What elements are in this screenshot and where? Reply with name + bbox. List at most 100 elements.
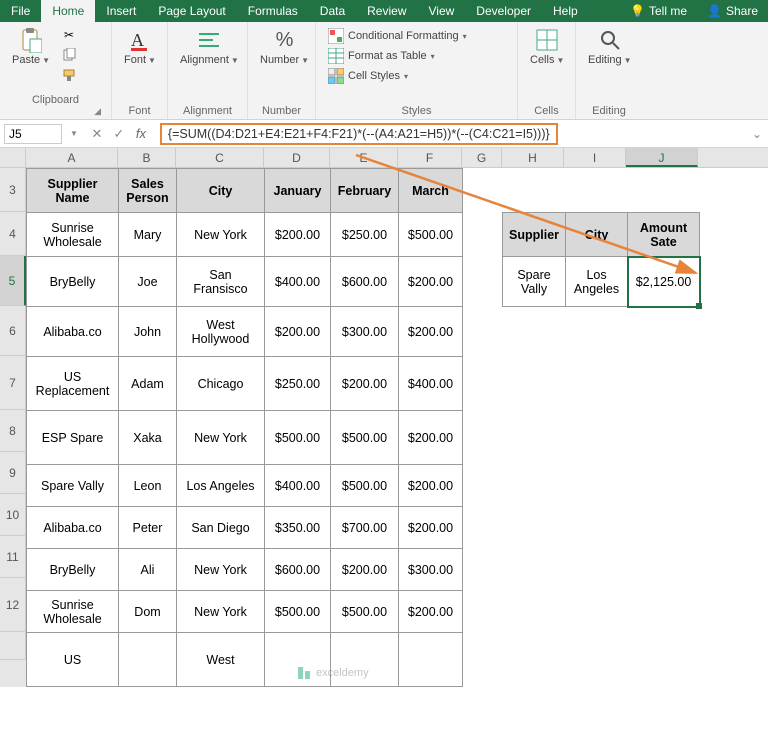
table-header[interactable]: Sales Person bbox=[119, 169, 177, 213]
col-header-c[interactable]: C bbox=[176, 148, 264, 167]
editing-button[interactable]: Editing▼ bbox=[584, 26, 636, 68]
formula-input[interactable]: {=SUM((D4:D21+E4:E21+F4:F21)*(--(A4:A21=… bbox=[160, 123, 558, 145]
tell-me[interactable]: 💡 Tell me bbox=[620, 0, 697, 22]
table-cell[interactable]: West Hollywood bbox=[177, 307, 265, 357]
table-cell[interactable]: $200.00 bbox=[331, 357, 399, 411]
table-cell[interactable]: Chicago bbox=[177, 357, 265, 411]
col-header-g[interactable]: G bbox=[462, 148, 502, 167]
table-cell[interactable]: $600.00 bbox=[331, 257, 399, 307]
conditional-formatting-button[interactable]: Conditional Formatting▾ bbox=[324, 26, 509, 46]
cut-button[interactable]: ✂ bbox=[60, 26, 78, 44]
row-header[interactable]: 12 bbox=[0, 578, 26, 632]
format-painter-button[interactable] bbox=[60, 66, 78, 84]
table-cell[interactable]: $250.00 bbox=[265, 357, 331, 411]
row-header[interactable]: 8 bbox=[0, 410, 26, 452]
paste-button[interactable]: Paste▼ bbox=[8, 26, 54, 68]
main-data-table[interactable]: Supplier NameSales PersonCityJanuaryFebr… bbox=[26, 168, 463, 687]
table-cell[interactable]: US Replacement bbox=[27, 357, 119, 411]
table-cell[interactable]: New York bbox=[177, 549, 265, 591]
table-cell[interactable]: $500.00 bbox=[399, 213, 463, 257]
table-cell[interactable]: Sunrise Wholesale bbox=[27, 213, 119, 257]
share-button[interactable]: 👤 Share bbox=[697, 0, 768, 22]
row-header[interactable]: 11 bbox=[0, 536, 26, 578]
tab-help[interactable]: Help bbox=[542, 0, 589, 22]
tab-formulas[interactable]: Formulas bbox=[237, 0, 309, 22]
col-header-f[interactable]: F bbox=[398, 148, 462, 167]
table-cell[interactable]: $200.00 bbox=[399, 465, 463, 507]
cell-styles-button[interactable]: Cell Styles▾ bbox=[324, 66, 509, 86]
table-cell[interactable] bbox=[399, 633, 463, 687]
col-header-b[interactable]: B bbox=[118, 148, 176, 167]
name-box[interactable] bbox=[4, 124, 62, 144]
tab-view[interactable]: View bbox=[418, 0, 466, 22]
tab-data[interactable]: Data bbox=[309, 0, 356, 22]
row-header[interactable]: 10 bbox=[0, 494, 26, 536]
tab-developer[interactable]: Developer bbox=[465, 0, 542, 22]
copy-button[interactable] bbox=[60, 46, 78, 64]
table-cell[interactable]: ESP Spare bbox=[27, 411, 119, 465]
table-cell[interactable]: $2,125.00 bbox=[628, 257, 700, 307]
tab-insert[interactable]: Insert bbox=[95, 0, 147, 22]
clipboard-dialog-launcher[interactable]: ◢ bbox=[8, 106, 103, 117]
table-cell[interactable]: BryBelly bbox=[27, 257, 119, 307]
table-cell[interactable]: Spare Vally bbox=[503, 257, 566, 307]
table-cell[interactable]: $200.00 bbox=[399, 307, 463, 357]
table-cell[interactable]: Xaka bbox=[119, 411, 177, 465]
table-cell[interactable]: $500.00 bbox=[331, 411, 399, 465]
table-header[interactable]: Supplier Name bbox=[27, 169, 119, 213]
table-cell[interactable]: Adam bbox=[119, 357, 177, 411]
table-cell[interactable]: Alibaba.co bbox=[27, 307, 119, 357]
row-header[interactable] bbox=[0, 632, 26, 660]
row-header[interactable]: 4 bbox=[0, 212, 26, 256]
col-header-i[interactable]: I bbox=[564, 148, 626, 167]
table-cell[interactable]: Ali bbox=[119, 549, 177, 591]
table-cell[interactable]: $500.00 bbox=[331, 591, 399, 633]
table-header[interactable]: February bbox=[331, 169, 399, 213]
table-cell[interactable]: $700.00 bbox=[331, 507, 399, 549]
table-cell[interactable]: San Diego bbox=[177, 507, 265, 549]
tab-file[interactable]: File bbox=[0, 0, 41, 22]
table-cell[interactable]: Spare Vally bbox=[27, 465, 119, 507]
table-cell[interactable]: $400.00 bbox=[265, 257, 331, 307]
table-cell[interactable]: $600.00 bbox=[265, 549, 331, 591]
table-cell[interactable]: $200.00 bbox=[331, 549, 399, 591]
table-cell[interactable]: $200.00 bbox=[265, 307, 331, 357]
table-cell[interactable]: US bbox=[27, 633, 119, 687]
insert-function-button[interactable]: fx bbox=[134, 126, 148, 142]
number-button[interactable]: % Number▼ bbox=[256, 26, 313, 68]
tab-page-layout[interactable]: Page Layout bbox=[147, 0, 236, 22]
table-cell[interactable]: $200.00 bbox=[399, 507, 463, 549]
table-cell[interactable]: $500.00 bbox=[265, 591, 331, 633]
table-cell[interactable]: Peter bbox=[119, 507, 177, 549]
format-as-table-button[interactable]: Format as Table▾ bbox=[324, 46, 509, 66]
alignment-button[interactable]: Alignment▼ bbox=[176, 26, 243, 68]
table-cell[interactable]: $200.00 bbox=[399, 411, 463, 465]
table-cell[interactable]: John bbox=[119, 307, 177, 357]
table-cell[interactable]: $200.00 bbox=[399, 591, 463, 633]
side-summary-table[interactable]: SupplierCityAmount SateSpare VallyLos An… bbox=[502, 212, 700, 307]
col-header-h[interactable]: H bbox=[502, 148, 564, 167]
col-header-e[interactable]: E bbox=[330, 148, 398, 167]
table-cell[interactable]: $250.00 bbox=[331, 213, 399, 257]
col-header-j[interactable]: J bbox=[626, 148, 698, 167]
table-cell[interactable]: $300.00 bbox=[331, 307, 399, 357]
table-cell[interactable]: New York bbox=[177, 213, 265, 257]
table-cell[interactable]: Dom bbox=[119, 591, 177, 633]
table-cell[interactable]: BryBelly bbox=[27, 549, 119, 591]
col-header-d[interactable]: D bbox=[264, 148, 330, 167]
table-cell[interactable]: $200.00 bbox=[265, 213, 331, 257]
cells-button[interactable]: Cells▼ bbox=[526, 26, 568, 68]
table-header[interactable]: January bbox=[265, 169, 331, 213]
expand-formula-bar-button[interactable]: ⌄ bbox=[746, 127, 768, 141]
row-header[interactable]: 7 bbox=[0, 356, 26, 410]
table-cell[interactable]: $500.00 bbox=[265, 411, 331, 465]
table-cell[interactable] bbox=[119, 633, 177, 687]
tab-review[interactable]: Review bbox=[356, 0, 417, 22]
table-header[interactable]: Amount Sate bbox=[628, 213, 700, 257]
tab-home[interactable]: Home bbox=[41, 0, 95, 22]
table-cell[interactable]: Alibaba.co bbox=[27, 507, 119, 549]
table-cell[interactable]: New York bbox=[177, 411, 265, 465]
row-header[interactable]: 9 bbox=[0, 452, 26, 494]
table-cell[interactable]: $400.00 bbox=[399, 357, 463, 411]
table-cell[interactable]: Leon bbox=[119, 465, 177, 507]
